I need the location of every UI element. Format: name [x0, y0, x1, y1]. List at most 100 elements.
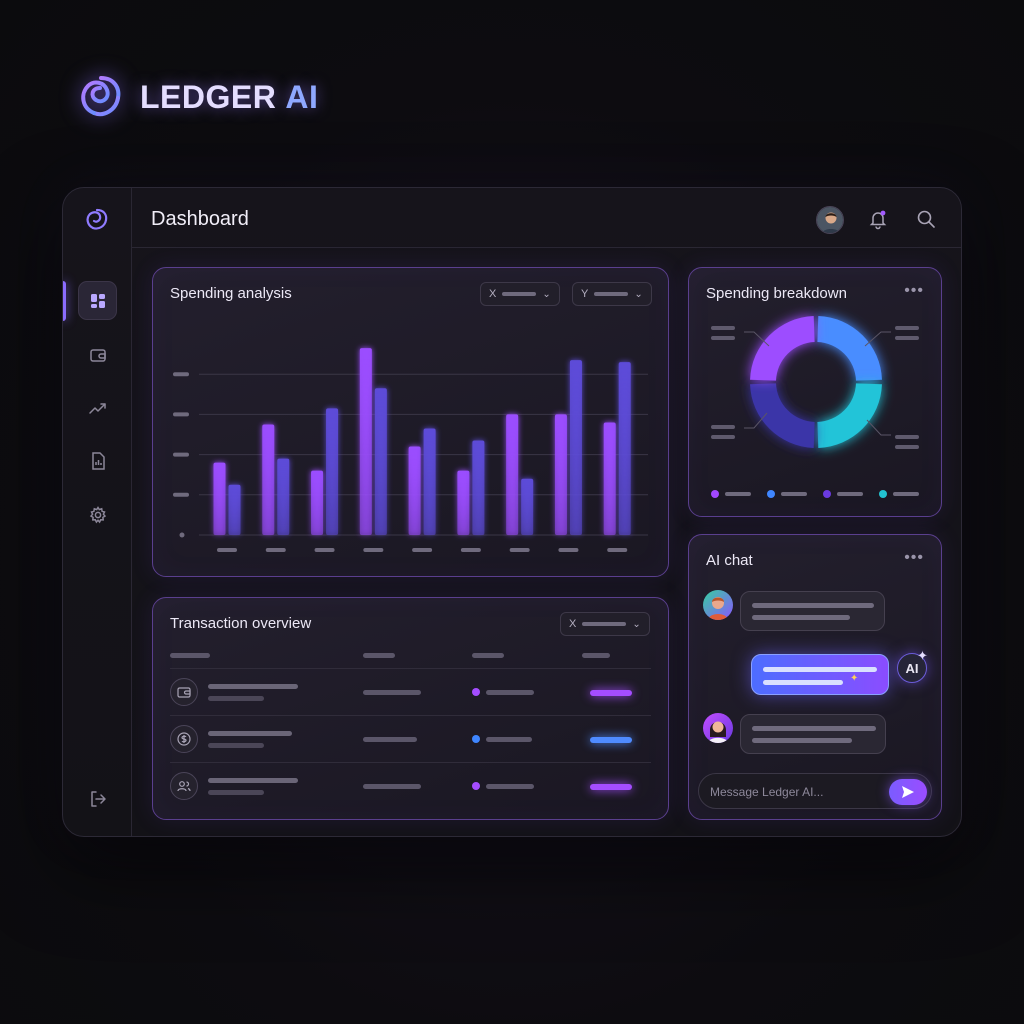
sidebar-item-reports[interactable] — [78, 441, 117, 480]
message-line-placeholder — [752, 603, 874, 608]
donut-segment — [817, 383, 882, 448]
avatar[interactable] — [816, 206, 844, 234]
bar — [311, 470, 324, 535]
dollar-icon — [170, 725, 198, 753]
spending-breakdown-title: Spending breakdown — [706, 285, 847, 302]
bar — [262, 424, 275, 535]
avatar — [703, 590, 733, 620]
incoming-message-bubble — [740, 591, 885, 631]
legend-dot — [823, 490, 831, 498]
bar — [457, 470, 470, 535]
leader-line — [866, 419, 891, 436]
bar — [506, 414, 519, 535]
message-line-placeholder — [763, 667, 877, 672]
legend-label-placeholder — [725, 492, 751, 496]
ai-chat-title: AI chat — [706, 552, 753, 569]
sidebar-item-dashboard[interactable] — [78, 281, 117, 320]
sidebar-active-indicator — [63, 281, 66, 321]
bar — [408, 446, 421, 535]
row-subtitle-placeholder — [208, 743, 264, 748]
top-bar: Dashboard — [132, 188, 961, 248]
donut-segment — [750, 316, 815, 381]
bar — [228, 484, 241, 535]
users-icon — [170, 772, 198, 800]
message-line-placeholder — [752, 738, 852, 743]
legend-dot — [767, 490, 775, 498]
message-line-placeholder — [752, 726, 876, 731]
bell-icon[interactable] — [867, 208, 889, 230]
spending-breakdown-card: Spending breakdown ••• — [688, 267, 942, 517]
row-amount-placeholder — [363, 784, 421, 789]
column-header-placeholder — [170, 653, 210, 658]
bar — [569, 360, 582, 535]
bar — [213, 462, 226, 535]
grid-icon — [90, 293, 105, 308]
wallet-icon — [89, 348, 106, 362]
brand-header: LEDGER AI — [74, 70, 318, 124]
bar — [326, 408, 339, 535]
sidebar-item-wallet[interactable] — [78, 335, 117, 374]
transaction-overview-card: Transaction overview X ⌄ — [152, 597, 669, 820]
y-tick-mark — [173, 452, 189, 457]
sidebar-item-logout[interactable] — [78, 779, 117, 818]
bar — [359, 348, 372, 535]
x-tick-mark — [265, 548, 286, 552]
more-horizontal-icon[interactable]: ••• — [904, 549, 924, 567]
status-badge — [590, 690, 632, 696]
label-placeholder — [895, 336, 919, 340]
message-line-placeholder — [763, 680, 843, 685]
page-title: Dashboard — [151, 208, 249, 230]
sidebar-item-settings[interactable] — [78, 495, 117, 534]
bar — [423, 428, 436, 535]
table-row[interactable] — [170, 762, 651, 809]
bar — [554, 414, 567, 535]
table-row[interactable] — [170, 668, 651, 715]
row-title-placeholder — [208, 731, 292, 736]
send-button[interactable] — [889, 779, 927, 805]
incoming-message-bubble — [740, 714, 886, 754]
search-icon[interactable] — [915, 208, 937, 230]
message-input-container — [698, 773, 932, 809]
label-placeholder — [711, 326, 735, 330]
avatar — [703, 713, 733, 743]
x-tick-mark — [509, 548, 530, 552]
status-badge — [590, 737, 632, 743]
status-dot — [472, 688, 480, 696]
bar — [374, 388, 387, 535]
bar — [277, 458, 290, 535]
bar — [603, 422, 616, 535]
ai-chat-card: AI chat ••• ✦ AI ✦ — [688, 534, 942, 820]
brand-name-suffix: AI — [285, 78, 319, 115]
sparkle-icon: ✦ — [917, 648, 928, 663]
row-title-placeholder — [208, 684, 298, 689]
user-avatar-image — [817, 207, 843, 233]
brand-name-main: LEDGER — [140, 78, 277, 115]
bar — [521, 478, 534, 535]
transaction-filter[interactable]: X ⌄ — [560, 612, 650, 636]
bar — [618, 362, 631, 535]
legend-label-placeholder — [837, 492, 863, 496]
label-placeholder — [711, 336, 735, 340]
filter-placeholder-bar — [582, 622, 627, 626]
table-row[interactable] — [170, 715, 651, 762]
ledger-logo-icon[interactable] — [83, 206, 111, 234]
spending-bar-chart — [173, 348, 648, 552]
row-subtitle-placeholder — [208, 696, 264, 701]
x-tick-mark — [363, 548, 384, 552]
x-tick-mark — [412, 548, 433, 552]
x-tick-mark — [558, 548, 579, 552]
row-amount-placeholder — [363, 737, 417, 742]
outgoing-message-bubble: ✦ — [751, 654, 889, 695]
report-icon — [91, 451, 105, 470]
donut-segment — [817, 316, 882, 381]
message-input[interactable] — [710, 783, 890, 801]
label-placeholder — [711, 425, 735, 429]
sparkle-icon: ✦ — [850, 673, 859, 684]
label-placeholder — [711, 435, 735, 439]
sidebar-item-trends[interactable] — [78, 388, 117, 427]
row-category-placeholder — [486, 690, 534, 695]
user-avatar-image — [703, 713, 733, 743]
legend-dot — [879, 490, 887, 498]
more-horizontal-icon[interactable]: ••• — [904, 282, 924, 300]
row-amount-placeholder — [363, 690, 421, 695]
